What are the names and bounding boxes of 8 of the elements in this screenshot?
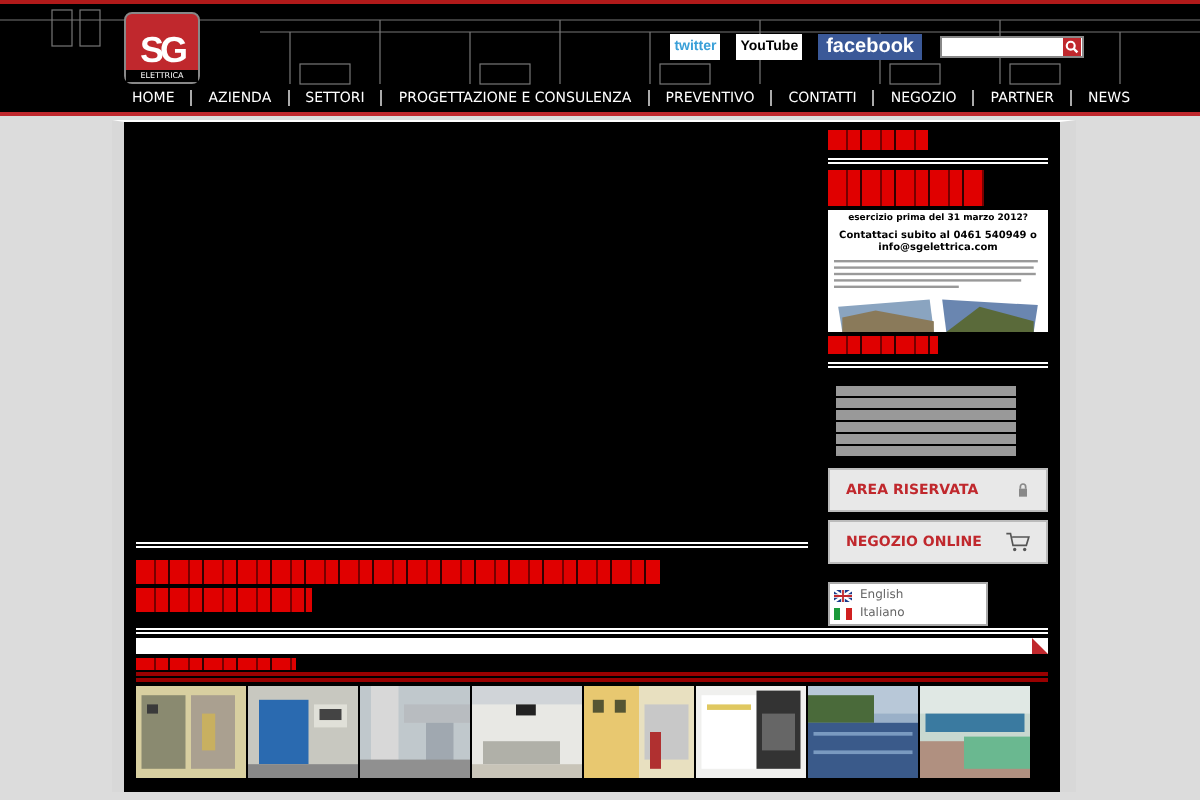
search-icon[interactable]	[1062, 38, 1082, 56]
italy-flag-icon	[834, 607, 852, 619]
corner-icon	[1032, 638, 1048, 654]
cart-icon	[1006, 532, 1030, 552]
search-field[interactable]	[940, 36, 1084, 58]
uk-flag-icon	[834, 589, 852, 601]
lock-icon	[1016, 482, 1030, 498]
facebook-link[interactable]: facebook	[818, 34, 922, 60]
